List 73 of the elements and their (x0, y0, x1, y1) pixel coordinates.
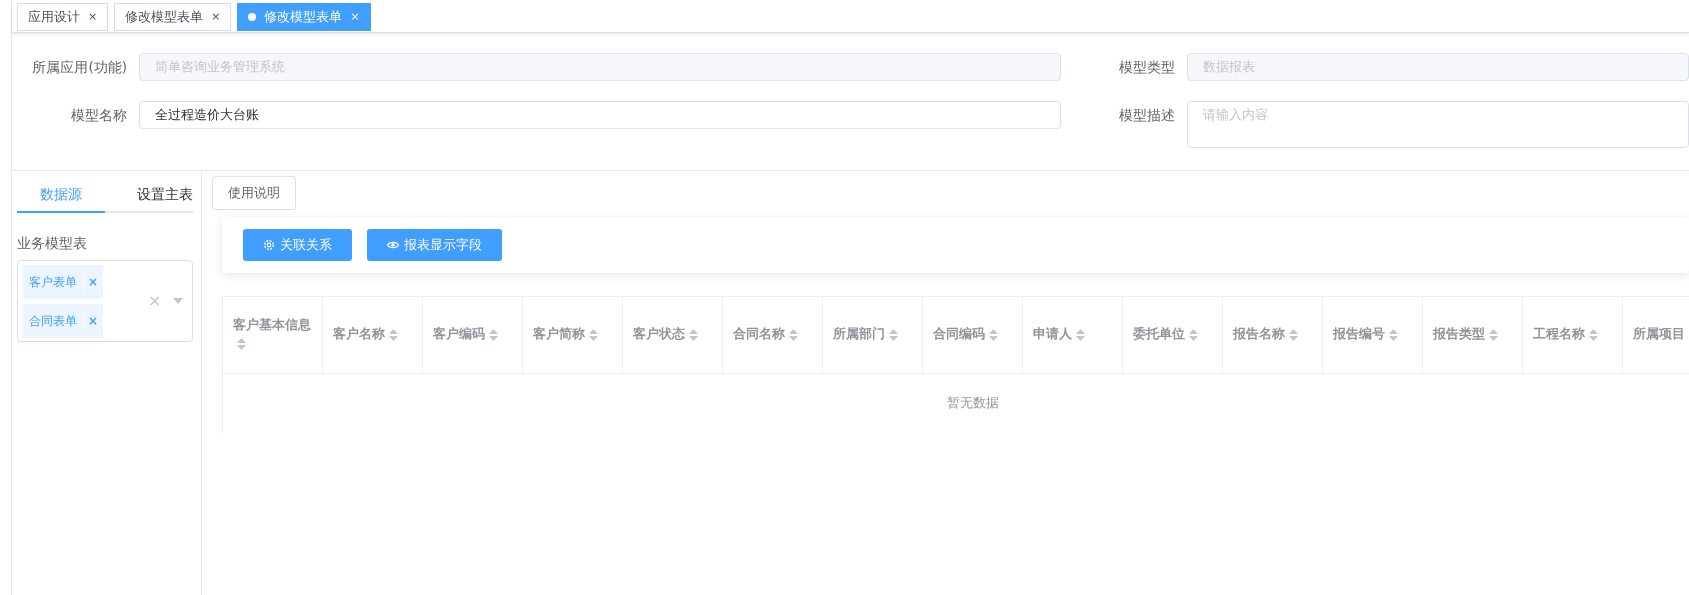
field-label: 模型类型 (1118, 58, 1176, 77)
tab-label: 应用设计 (28, 7, 80, 26)
column-title: 所属部门 (833, 326, 885, 342)
column-header[interactable]: 报告名称 (1222, 296, 1323, 373)
column-header[interactable]: 申请人 (1022, 296, 1123, 373)
column-header[interactable]: 报告类型 (1422, 296, 1523, 373)
sort-icon[interactable] (1289, 328, 1298, 341)
sort-icon[interactable] (489, 328, 498, 341)
active-dot-icon (248, 13, 257, 21)
column-header[interactable]: 报告编号 (1322, 296, 1423, 373)
tab[interactable]: 修改模型表单 × (237, 3, 371, 31)
column-title: 客户简称 (533, 326, 585, 342)
tab-label: 修改模型表单 (125, 7, 204, 26)
column-header[interactable]: 合同编码 (922, 296, 1023, 373)
column-title: 客户状态 (633, 326, 685, 342)
column-header[interactable]: 客户简称 (522, 296, 623, 373)
section-label: 业务模型表 (17, 234, 88, 253)
column-title: 工程名称 (1533, 326, 1585, 342)
field-label: 模型描述 (1118, 106, 1176, 125)
sort-icon[interactable] (689, 328, 698, 341)
sort-icon[interactable] (589, 328, 598, 341)
column-header[interactable]: 所属项目 (1622, 296, 1689, 373)
tab[interactable]: 应用设计 × (17, 3, 109, 31)
sort-icon[interactable] (1489, 328, 1498, 341)
column-header[interactable]: 客户基本信息 (222, 296, 323, 373)
column-header[interactable]: 委托单位 (1122, 296, 1223, 373)
close-icon[interactable]: × (88, 8, 98, 26)
column-header[interactable]: 所属部门 (822, 296, 923, 373)
tab[interactable]: 修改模型表单 × (114, 3, 232, 31)
toolbar-button[interactable]: 报表显示字段 (367, 228, 502, 261)
column-header[interactable]: 工程名称 (1522, 296, 1623, 373)
close-icon[interactable]: × (211, 8, 221, 26)
empty-text: 暂无数据 (946, 394, 999, 410)
textarea-field[interactable]: 请输入内容 (1187, 101, 1689, 148)
sort-icon[interactable] (1389, 328, 1398, 341)
field-label: 所属应用(功能) (31, 58, 128, 77)
column-title: 报告编号 (1333, 326, 1385, 342)
column-title: 客户基本信息 (233, 316, 311, 332)
sort-icon[interactable] (1189, 328, 1198, 341)
sort-icon[interactable] (889, 328, 898, 341)
column-title: 申请人 (1033, 326, 1072, 342)
column-title: 客户名称 (333, 326, 385, 342)
tab[interactable]: 数据源 (17, 179, 105, 213)
column-title: 合同名称 (733, 326, 785, 342)
column-title: 所属项目 (1633, 326, 1685, 342)
column-title: 报告类型 (1433, 326, 1485, 342)
column-title: 委托单位 (1133, 326, 1185, 342)
toolbar-button[interactable]: 关联关系 (243, 228, 352, 261)
close-icon[interactable]: × (350, 8, 360, 26)
tab[interactable]: 设置主表 (105, 179, 193, 211)
help-button[interactable]: 使用说明 (212, 176, 296, 210)
sort-icon[interactable] (989, 328, 998, 341)
tab-label: 修改模型表单 (264, 7, 343, 26)
column-header[interactable]: 合同名称 (722, 296, 823, 373)
column-title: 报告名称 (1233, 326, 1285, 342)
sort-icon[interactable] (237, 338, 246, 350)
column-header[interactable]: 客户状态 (622, 296, 723, 373)
sort-icon[interactable] (389, 328, 398, 341)
multi-select[interactable]: 客户表单 × 合同表单 × × (17, 260, 193, 342)
column-header[interactable]: 客户编码 (422, 296, 523, 373)
tag-label: 合同表单 (29, 312, 77, 330)
column-header[interactable]: 客户名称 (322, 296, 423, 373)
gear-icon (263, 238, 275, 251)
sort-icon[interactable] (1589, 328, 1598, 341)
field-label: 模型名称 (70, 106, 128, 125)
caret-icon[interactable] (173, 298, 184, 304)
input-field[interactable]: 全过程造价大台账 (139, 101, 1061, 129)
column-title: 客户编码 (433, 326, 485, 342)
clear-icon[interactable]: × (148, 289, 162, 313)
tag-label: 客户表单 (29, 273, 77, 291)
column-title: 合同编码 (933, 326, 985, 342)
sort-icon[interactable] (789, 328, 798, 341)
sort-icon[interactable] (1076, 328, 1085, 341)
